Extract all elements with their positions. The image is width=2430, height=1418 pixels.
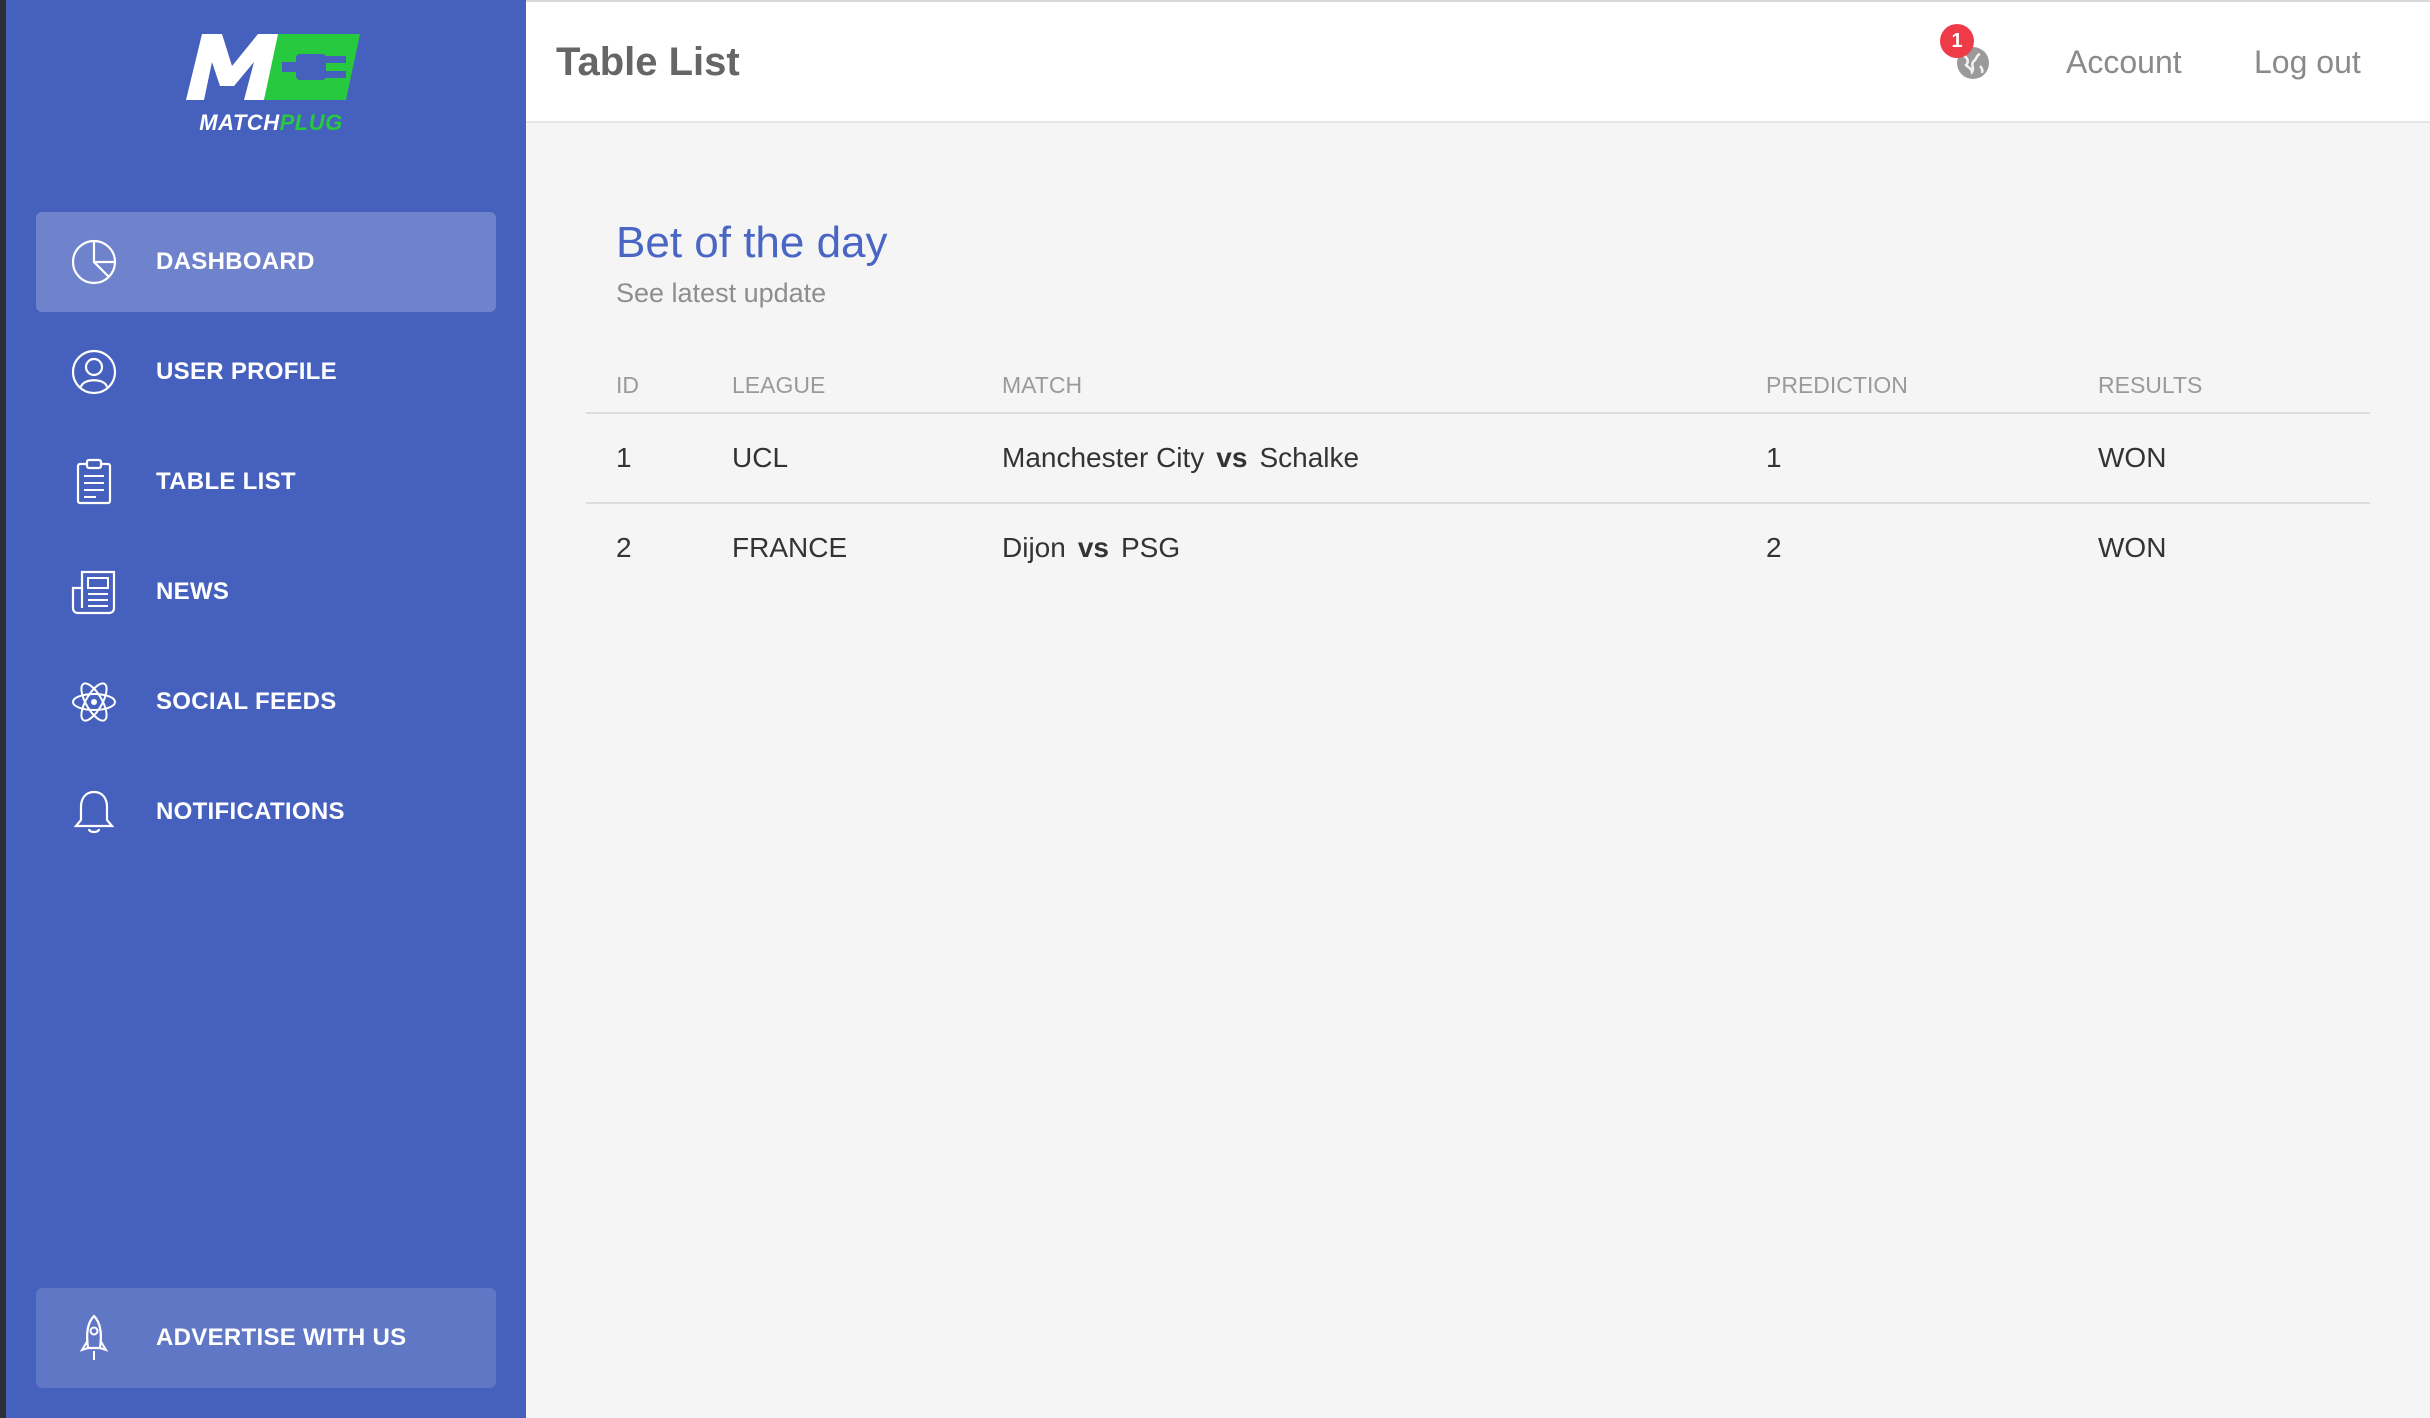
sidebar-item-label: NOTIFICATIONS bbox=[156, 798, 345, 825]
away-team: Schalke bbox=[1259, 442, 1360, 473]
cell-match: Manchester City vs Schalke bbox=[1002, 442, 1359, 474]
notification-badge[interactable]: 1 bbox=[1940, 24, 1974, 58]
sidebar-item-label: SOCIAL FEEDS bbox=[156, 688, 337, 715]
cell-prediction: 1 bbox=[1766, 442, 1782, 473]
cell-match: Dijon vs PSG bbox=[1002, 532, 1180, 564]
top-bar: Table List 1 Account Log out bbox=[526, 0, 2430, 123]
card-subtitle: See latest update bbox=[616, 278, 827, 308]
home-team: Dijon bbox=[1002, 532, 1066, 563]
clipboard-icon bbox=[76, 458, 112, 505]
cell-id: 1 bbox=[616, 442, 632, 473]
pie-chart-icon bbox=[71, 239, 117, 285]
column-header-match: MATCH bbox=[1002, 372, 1083, 398]
column-header-id: ID bbox=[616, 372, 639, 398]
advertise-button[interactable]: ADVERTISE WITH US bbox=[36, 1288, 496, 1388]
vs-label: vs bbox=[1077, 532, 1109, 563]
page-title: Table List bbox=[556, 40, 740, 84]
table-row[interactable]: 2 FRANCE Dijon vs PSG 2 WON bbox=[586, 504, 2370, 594]
sidebar-item-user-profile[interactable]: USER PROFILE bbox=[36, 322, 496, 422]
cell-league: FRANCE bbox=[732, 532, 848, 563]
cell-result: WON bbox=[2098, 532, 2167, 563]
away-team: PSG bbox=[1120, 532, 1181, 563]
cell-prediction: 2 bbox=[1766, 532, 1782, 563]
logout-link[interactable]: Log out bbox=[2254, 44, 2361, 81]
rocket-icon bbox=[79, 1314, 109, 1360]
sidebar-item-social-feeds[interactable]: SOCIAL FEEDS bbox=[36, 652, 496, 752]
sidebar-item-dashboard[interactable]: DASHBOARD bbox=[36, 212, 496, 312]
cell-league: UCL bbox=[732, 442, 789, 473]
matchplug-logo[interactable]: MATCHPLUG bbox=[176, 28, 366, 138]
newspaper-icon bbox=[71, 570, 116, 615]
column-header-league: LEAGUE bbox=[732, 372, 826, 398]
sidebar-item-table-list[interactable]: TABLE LIST bbox=[36, 432, 496, 532]
user-icon bbox=[71, 349, 117, 395]
sidebar-item-label: DASHBOARD bbox=[156, 248, 315, 275]
home-team: Manchester City bbox=[1002, 442, 1205, 473]
account-link[interactable]: Account bbox=[2066, 44, 2182, 81]
advertise-label: ADVERTISE WITH US bbox=[156, 1324, 407, 1351]
cell-result: WON bbox=[2098, 442, 2167, 473]
column-header-prediction: PREDICTION bbox=[1766, 372, 1908, 398]
vs-label: vs bbox=[1216, 442, 1248, 473]
logo-mark-icon bbox=[186, 34, 360, 100]
logo-word-plug: PLUG bbox=[279, 110, 343, 135]
cell-id: 2 bbox=[616, 532, 632, 563]
column-header-results: RESULTS bbox=[2098, 372, 2203, 398]
sidebar: MATCHPLUG DASHBOARD USER PROFILE TABLE L… bbox=[6, 0, 526, 1418]
sidebar-item-news[interactable]: NEWS bbox=[36, 542, 496, 642]
atom-icon bbox=[72, 682, 116, 722]
table-row[interactable]: 1 UCL Manchester City vs Schalke 1 WON bbox=[586, 414, 2370, 504]
logo-wordmark: MATCHPLUG bbox=[176, 110, 366, 136]
bets-table: ID LEAGUE MATCH PREDICTION RESULTS 1 UCL… bbox=[586, 360, 2370, 594]
sidebar-item-label: NEWS bbox=[156, 578, 230, 605]
sidebar-item-label: USER PROFILE bbox=[156, 358, 337, 385]
bell-icon bbox=[73, 790, 115, 834]
logo-word-match: MATCH bbox=[199, 110, 280, 135]
card-title: Bet of the day bbox=[616, 218, 888, 267]
table-header: ID LEAGUE MATCH PREDICTION RESULTS bbox=[586, 360, 2370, 414]
sidebar-item-notifications[interactable]: NOTIFICATIONS bbox=[36, 762, 496, 862]
sidebar-item-label: TABLE LIST bbox=[156, 468, 296, 495]
